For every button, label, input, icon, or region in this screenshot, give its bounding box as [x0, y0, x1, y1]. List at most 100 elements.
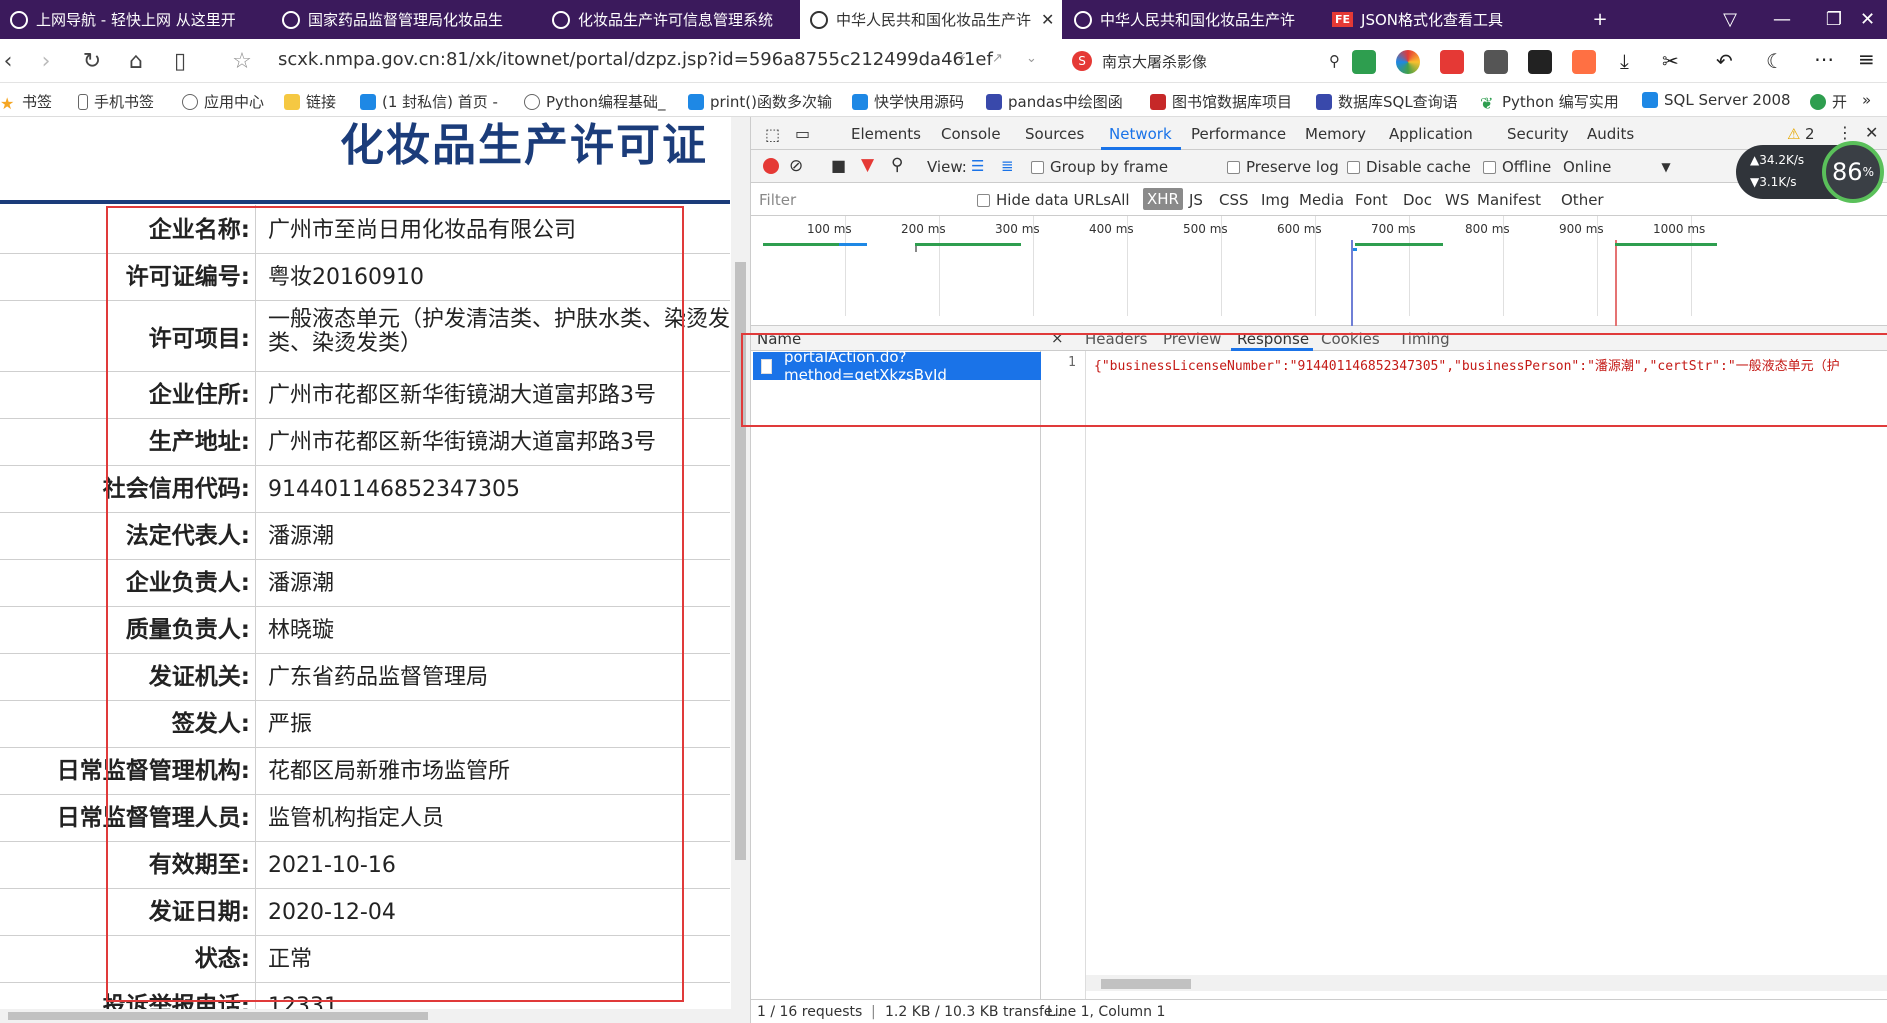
- warning-icon[interactable]: ⚠: [1787, 125, 1800, 143]
- waterfall-icon[interactable]: ≣: [1001, 157, 1014, 175]
- throttle-select[interactable]: Online ▼: [1563, 158, 1671, 176]
- bookmarks-overflow-icon[interactable]: »: [1862, 91, 1871, 109]
- grid-icon[interactable]: [1484, 50, 1508, 74]
- tab-console[interactable]: Console: [941, 125, 1001, 143]
- forward-icon[interactable]: ›: [32, 47, 60, 75]
- tab-memory[interactable]: Memory: [1305, 125, 1366, 143]
- tab-network[interactable]: Network: [1109, 125, 1172, 143]
- home-icon[interactable]: ⌂: [122, 47, 150, 75]
- bookmark-item[interactable]: 开: [1810, 91, 1847, 112]
- filter-manifest[interactable]: Manifest: [1477, 191, 1541, 209]
- filter-icon[interactable]: ▼: [861, 155, 874, 175]
- tab-audits[interactable]: Audits: [1587, 125, 1634, 143]
- bookmark-item[interactable]: SQL Server 2008: [1642, 91, 1791, 109]
- offline-checkbox[interactable]: Offline: [1483, 158, 1551, 176]
- tab-performance[interactable]: Performance: [1191, 125, 1286, 143]
- tab-nav[interactable]: 上网导航 - 轻快上网 从这里开: [0, 0, 262, 39]
- tab-application[interactable]: Application: [1389, 125, 1473, 143]
- checkbox[interactable]: [1031, 160, 1044, 174]
- filter-media[interactable]: Media: [1299, 191, 1344, 209]
- checkbox[interactable]: [977, 193, 990, 207]
- filter-xhr[interactable]: XHR: [1143, 188, 1183, 210]
- back-icon[interactable]: ‹: [0, 47, 22, 75]
- bilibili-icon[interactable]: [1528, 50, 1552, 74]
- chevron-down-icon[interactable]: ⌄: [1026, 51, 1037, 66]
- new-tab-icon[interactable]: +: [1574, 0, 1626, 39]
- tab-json-tool[interactable]: FE JSON格式化查看工具: [1322, 0, 1572, 39]
- disable-cache-checkbox[interactable]: Disable cache: [1347, 158, 1471, 176]
- tab-permit[interactable]: 中华人民共和国化妆品生产许: [1064, 0, 1322, 39]
- bookmark-item[interactable]: 手机书签: [78, 91, 154, 112]
- moon-icon[interactable]: ☾: [1766, 49, 1784, 73]
- response-h-scroll-thumb[interactable]: [1101, 979, 1191, 989]
- network-timeline[interactable]: 100 ms 200 ms 300 ms 400 ms 500 ms 600 ms 700 …: [751, 216, 1887, 326]
- fe-extension-icon[interactable]: [1440, 50, 1464, 74]
- group-by-frame-checkbox[interactable]: Group by frame: [1031, 158, 1168, 176]
- clear-icon[interactable]: ⊘: [789, 156, 803, 176]
- reload-icon[interactable]: ↻: [78, 47, 106, 75]
- filter-input[interactable]: Filter: [755, 188, 963, 210]
- tab-nmpa[interactable]: 国家药品监督管理局化妆品生: [272, 0, 534, 39]
- filter-js[interactable]: JS: [1189, 191, 1203, 209]
- response-h-scrollbar[interactable]: [1086, 975, 1887, 991]
- tab-sources[interactable]: Sources: [1025, 125, 1084, 143]
- bookmark-item[interactable]: 链接: [284, 91, 336, 112]
- search-icon[interactable]: ⚲: [1329, 52, 1340, 70]
- filter-other[interactable]: Other: [1561, 191, 1604, 209]
- close-tab-icon[interactable]: ✕: [1041, 10, 1054, 29]
- preserve-log-checkbox[interactable]: Preserve log: [1227, 158, 1339, 176]
- tab-permit-active[interactable]: 中华人民共和国化妆品生产许 ✕: [800, 0, 1062, 39]
- menu-icon[interactable]: ≡: [1858, 47, 1875, 71]
- star-icon[interactable]: ☆: [228, 47, 256, 75]
- bookmark-item[interactable]: 应用中心: [182, 91, 264, 112]
- scissors-icon[interactable]: ✂: [1662, 49, 1679, 73]
- window-close-icon[interactable]: ✕: [1848, 0, 1887, 39]
- devtools-close-icon[interactable]: ✕: [1865, 123, 1878, 142]
- record-icon[interactable]: [763, 158, 779, 174]
- hide-data-urls-checkbox[interactable]: Hide data URLs: [977, 191, 1111, 209]
- bookmark-item[interactable]: print()函数多次输: [688, 91, 832, 112]
- checkbox[interactable]: [1483, 160, 1496, 174]
- filter-ws[interactable]: WS: [1445, 191, 1469, 209]
- filter-font[interactable]: Font: [1355, 191, 1388, 209]
- bookmark-item[interactable]: 数据库SQL查询语: [1316, 91, 1458, 112]
- bookmark-item[interactable]: Python编程基础_: [524, 91, 666, 112]
- inspect-icon[interactable]: ⬚: [765, 125, 780, 144]
- more-icon[interactable]: ⋯: [1814, 47, 1834, 71]
- list-view-icon[interactable]: ☰: [971, 157, 984, 175]
- tab-security[interactable]: Security: [1507, 125, 1569, 143]
- bookmark-item[interactable]: 快学快用源码: [852, 91, 964, 112]
- devtools-menu-icon[interactable]: ⋮: [1837, 123, 1853, 142]
- filter-all[interactable]: All: [1111, 191, 1130, 209]
- shirt-icon[interactable]: ▽: [1704, 0, 1756, 39]
- download-icon[interactable]: ⤓: [1620, 49, 1629, 73]
- reader-icon[interactable]: ▯: [166, 47, 194, 75]
- bookmark-item[interactable]: pandas中绘图函: [986, 91, 1123, 112]
- search-icon[interactable]: ⚲: [891, 155, 903, 175]
- bookmark-item[interactable]: ★ 书签: [0, 91, 52, 113]
- filter-doc[interactable]: Doc: [1403, 191, 1432, 209]
- camera-icon[interactable]: ■: [831, 156, 846, 175]
- device-icon[interactable]: ▭: [795, 124, 810, 143]
- bookmark-item[interactable]: (1 封私信) 首页 -: [360, 91, 498, 112]
- checkbox[interactable]: [1227, 160, 1240, 174]
- minimize-icon[interactable]: —: [1756, 0, 1808, 39]
- lightning-icon[interactable]: ⚡: [958, 51, 967, 66]
- tab-system[interactable]: 化妆品生产许可信息管理系统: [542, 0, 804, 39]
- gamepad-icon[interactable]: [1572, 50, 1596, 74]
- filter-img[interactable]: Img: [1261, 191, 1290, 209]
- shield-icon[interactable]: [1352, 50, 1376, 74]
- chrome-icon[interactable]: [1396, 50, 1420, 74]
- page-h-scroll-thumb[interactable]: [8, 1012, 428, 1020]
- share-icon[interactable]: ↗: [992, 51, 1003, 66]
- response-viewer[interactable]: 1 {"businessLicenseNumber":"914401146852…: [1046, 351, 1887, 999]
- filter-css[interactable]: CSS: [1219, 191, 1249, 209]
- tab-elements[interactable]: Elements: [851, 125, 921, 143]
- checkbox[interactable]: [1347, 160, 1360, 174]
- search-engine-icon[interactable]: S: [1072, 51, 1092, 71]
- bookmark-item[interactable]: 图书馆数据库项目: [1150, 91, 1292, 112]
- url-text[interactable]: scxk.nmpa.gov.cn:81/xk/itownet/portal/dz…: [278, 49, 993, 70]
- bookmark-item[interactable]: ❦ Python 编写实用: [1480, 91, 1619, 113]
- network-speed-widget[interactable]: ▲34.2K/s ▼3.1K/s 86%: [1736, 141, 1884, 203]
- undo-icon[interactable]: ↶: [1716, 49, 1733, 73]
